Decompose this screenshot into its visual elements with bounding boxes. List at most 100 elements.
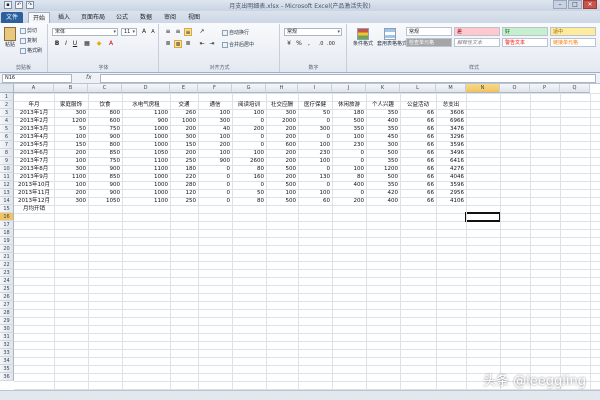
value-cell[interactable]: 50: [232, 189, 266, 197]
row-header-14[interactable]: 14: [0, 197, 14, 205]
column-header-k[interactable]: K: [366, 84, 400, 93]
month-cell[interactable]: 2013年1月: [14, 109, 54, 117]
value-cell[interactable]: 500: [266, 181, 298, 189]
value-cell[interactable]: 100: [232, 149, 266, 157]
value-cell[interactable]: 200: [266, 149, 298, 157]
value-cell[interactable]: 200: [266, 125, 298, 133]
value-cell[interactable]: 3296: [436, 133, 466, 141]
value-cell[interactable]: 250: [170, 197, 198, 205]
font-size-select[interactable]: 11: [121, 28, 137, 36]
value-cell[interactable]: 200: [332, 197, 366, 205]
style-bad[interactable]: 差: [454, 27, 500, 36]
comma-icon[interactable]: ,: [305, 40, 313, 48]
value-cell[interactable]: 0: [232, 181, 266, 189]
align-bottom-icon[interactable]: ≡: [184, 28, 192, 36]
value-cell[interactable]: 66: [400, 141, 436, 149]
value-cell[interactable]: 0: [332, 149, 366, 157]
tab-data[interactable]: 数据: [136, 12, 156, 23]
value-cell[interactable]: 100: [298, 189, 332, 197]
value-cell[interactable]: 900: [198, 157, 232, 165]
value-cell[interactable]: 1000: [170, 117, 198, 125]
row-header-26[interactable]: 26: [0, 293, 14, 301]
value-cell[interactable]: 0: [298, 181, 332, 189]
style-check-cell[interactable]: 检查单元格: [406, 38, 452, 47]
value-cell[interactable]: 66: [400, 189, 436, 197]
value-cell[interactable]: 0: [232, 133, 266, 141]
row-header-17[interactable]: 17: [0, 221, 14, 229]
row-header-3[interactable]: 3: [0, 109, 14, 117]
style-good[interactable]: 好: [502, 27, 548, 36]
row-header-6[interactable]: 6: [0, 133, 14, 141]
value-cell[interactable]: 300: [54, 165, 88, 173]
value-cell[interactable]: 180: [170, 165, 198, 173]
spreadsheet-grid[interactable]: A B C D E F G H I J K L M N O P Q 1 2 3 4 5 6 7 8 9 10 11 12 13 14 15 16…: [0, 84, 600, 390]
bold-icon[interactable]: B: [53, 40, 61, 48]
value-cell[interactable]: 100: [266, 189, 298, 197]
row-header-18[interactable]: 18: [0, 229, 14, 237]
value-cell[interactable]: 0: [198, 197, 232, 205]
row-header-28[interactable]: 28: [0, 309, 14, 317]
value-cell[interactable]: 100: [298, 141, 332, 149]
average-label-cell[interactable]: 月均开销: [14, 205, 54, 213]
column-header-p[interactable]: P: [530, 84, 560, 93]
value-cell[interactable]: 66: [400, 117, 436, 125]
value-cell[interactable]: 1000: [122, 125, 170, 133]
value-cell[interactable]: 6416: [436, 157, 466, 165]
value-cell[interactable]: 50: [298, 109, 332, 117]
increase-indent-icon[interactable]: ⇥: [208, 40, 216, 48]
month-cell[interactable]: 2013年11月: [14, 189, 54, 197]
row-header-15[interactable]: 15: [0, 205, 14, 213]
row-header-34[interactable]: 34: [0, 357, 14, 365]
orientation-icon[interactable]: ↗: [198, 28, 206, 36]
shrink-font-icon[interactable]: A: [149, 28, 157, 36]
value-cell[interactable]: 800: [88, 141, 122, 149]
value-cell[interactable]: 4276: [436, 165, 466, 173]
value-cell[interactable]: 600: [88, 117, 122, 125]
row-header-30[interactable]: 30: [0, 325, 14, 333]
value-cell[interactable]: 300: [170, 133, 198, 141]
copy-button[interactable]: 复制: [20, 37, 37, 44]
value-cell[interactable]: 40: [198, 125, 232, 133]
style-warning[interactable]: 警告文本: [502, 38, 548, 47]
value-cell[interactable]: 66: [400, 133, 436, 141]
decrease-decimal-icon[interactable]: .00: [327, 40, 335, 48]
value-cell[interactable]: 200: [198, 141, 232, 149]
column-header-h[interactable]: H: [266, 84, 298, 93]
value-cell[interactable]: 800: [88, 109, 122, 117]
italic-icon[interactable]: I: [62, 40, 70, 48]
value-cell[interactable]: 0: [198, 189, 232, 197]
month-cell[interactable]: 2013年8月: [14, 165, 54, 173]
tab-insert[interactable]: 插入: [54, 12, 74, 23]
increase-decimal-icon[interactable]: .0: [317, 40, 325, 48]
row-header-1[interactable]: 1: [0, 93, 14, 101]
row-header-24[interactable]: 24: [0, 277, 14, 285]
value-cell[interactable]: 200: [266, 157, 298, 165]
value-cell[interactable]: 0: [232, 117, 266, 125]
row-header-35[interactable]: 35: [0, 365, 14, 373]
value-cell[interactable]: 4046: [436, 173, 466, 181]
value-cell[interactable]: 6966: [436, 117, 466, 125]
value-cell[interactable]: 500: [266, 197, 298, 205]
value-cell[interactable]: 400: [332, 181, 366, 189]
value-cell[interactable]: 80: [232, 165, 266, 173]
value-cell[interactable]: 66: [400, 181, 436, 189]
percent-icon[interactable]: %: [295, 40, 303, 48]
header-cell[interactable]: 总支出: [436, 101, 466, 109]
month-cell[interactable]: 2013年3月: [14, 125, 54, 133]
value-cell[interactable]: 1050: [88, 197, 122, 205]
value-cell[interactable]: 750: [88, 157, 122, 165]
header-cell[interactable]: 家庭服饰: [54, 101, 88, 109]
value-cell[interactable]: 1100: [122, 197, 170, 205]
font-name-select[interactable]: 宋体: [52, 28, 118, 36]
value-cell[interactable]: 450: [366, 133, 400, 141]
value-cell[interactable]: 60: [298, 197, 332, 205]
row-header-19[interactable]: 19: [0, 237, 14, 245]
value-cell[interactable]: 0: [298, 165, 332, 173]
close-button[interactable]: ✕: [583, 0, 597, 9]
value-cell[interactable]: 150: [54, 141, 88, 149]
column-header-c[interactable]: C: [88, 84, 122, 93]
value-cell[interactable]: 100: [332, 133, 366, 141]
value-cell[interactable]: 1100: [122, 157, 170, 165]
row-header-16[interactable]: 16: [0, 213, 14, 221]
value-cell[interactable]: 0: [332, 189, 366, 197]
